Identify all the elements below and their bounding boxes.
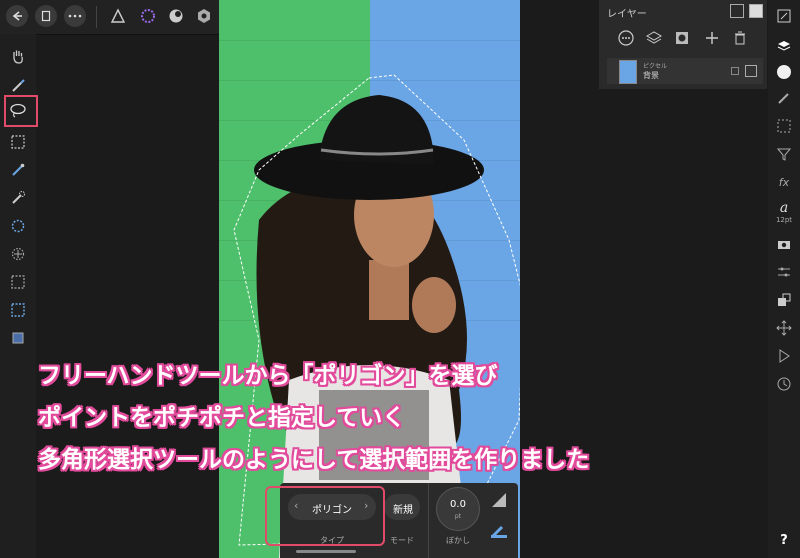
delete-layer-icon[interactable]: [729, 27, 751, 49]
feather-value: 0.0: [450, 499, 466, 510]
tone-mapping-persona-icon[interactable]: [194, 6, 214, 26]
add-mask-icon[interactable]: [671, 27, 693, 49]
eyedropper-tool-icon[interactable]: [6, 158, 30, 182]
help-icon[interactable]: ?: [774, 530, 794, 550]
studio-bar: fx a 12pt ?: [768, 0, 800, 558]
layers-studio-icon[interactable]: [774, 36, 794, 56]
selected-tool-highlight: [4, 95, 38, 127]
caption-line-2: ポイントをポチポチと指定していく: [38, 405, 406, 431]
refine-tool-icon[interactable]: [6, 242, 30, 266]
more-icon[interactable]: [64, 5, 86, 27]
develop-persona-icon[interactable]: [166, 6, 186, 26]
history-icon[interactable]: [774, 374, 794, 394]
pin-icon[interactable]: [749, 4, 763, 18]
visibility-checkbox[interactable]: [745, 65, 757, 77]
play-icon[interactable]: [774, 346, 794, 366]
lock-icon[interactable]: [731, 67, 739, 75]
adjustments-icon[interactable]: [774, 116, 794, 136]
layer-options-icon[interactable]: [615, 27, 637, 49]
font-size-label: 12pt: [775, 216, 793, 224]
effects-icon[interactable]: fx: [774, 172, 794, 192]
add-layer-icon[interactable]: [701, 27, 723, 49]
move-icon[interactable]: [774, 318, 794, 338]
filters-icon[interactable]: [774, 144, 794, 164]
refine-brush-icon[interactable]: [488, 519, 510, 541]
sliders-icon[interactable]: [774, 262, 794, 282]
mode-selector[interactable]: 新規: [384, 494, 420, 520]
caption-line-1: フリーハンドツールから「ポリゴン」を選び: [38, 363, 498, 389]
portrait-illustration: [233, 74, 520, 558]
hand-tool-icon[interactable]: [6, 44, 30, 68]
back-icon[interactable]: [6, 5, 28, 27]
antialias-icon[interactable]: [488, 489, 510, 511]
toolbar-divider: [96, 6, 97, 28]
layer-type: ピクセル: [643, 63, 668, 70]
color-icon[interactable]: [774, 62, 794, 82]
layer-stack-icon[interactable]: [643, 27, 665, 49]
layers-panel-title: レイヤー: [607, 9, 647, 20]
layers-panel: レイヤー ピクセル 背景: [599, 0, 767, 89]
marquee-tool-icon[interactable]: [6, 130, 30, 154]
transform-icon[interactable]: [774, 290, 794, 310]
liquify-persona-icon[interactable]: [138, 6, 158, 26]
document-icon[interactable]: [35, 5, 57, 27]
brushes-icon[interactable]: [774, 88, 794, 108]
home-indicator: [296, 550, 356, 553]
feather-unit: pt: [454, 513, 462, 520]
character-icon[interactable]: a: [774, 198, 794, 218]
crop-tool-icon[interactable]: [6, 326, 30, 350]
layer-row[interactable]: ピクセル 背景: [607, 58, 763, 84]
layer-name: 背景: [643, 71, 659, 80]
camera-icon[interactable]: [774, 234, 794, 254]
layer-thumbnail: [619, 60, 637, 84]
caption-line-3: 多角形選択ツールのようにして選択範囲を作りました: [38, 447, 590, 473]
rectangle-marquee-icon[interactable]: [6, 270, 30, 294]
designer-persona-icon[interactable]: [108, 6, 128, 26]
canvas-photo[interactable]: [219, 0, 520, 558]
navigator-icon[interactable]: [774, 6, 794, 26]
column-marquee-icon[interactable]: [6, 298, 30, 322]
mode-value: 新規: [393, 505, 413, 516]
feather-dial[interactable]: 0.0 pt: [436, 487, 480, 531]
feather-caption: ぼかし: [446, 536, 470, 545]
mode-caption: モード: [390, 536, 414, 545]
flood-select-tool-icon[interactable]: [6, 214, 30, 238]
context-divider: [428, 483, 429, 558]
type-selector-highlight: [265, 486, 385, 546]
panel-menu-icon[interactable]: [730, 4, 744, 18]
selection-brush-tool-icon[interactable]: [6, 186, 30, 210]
